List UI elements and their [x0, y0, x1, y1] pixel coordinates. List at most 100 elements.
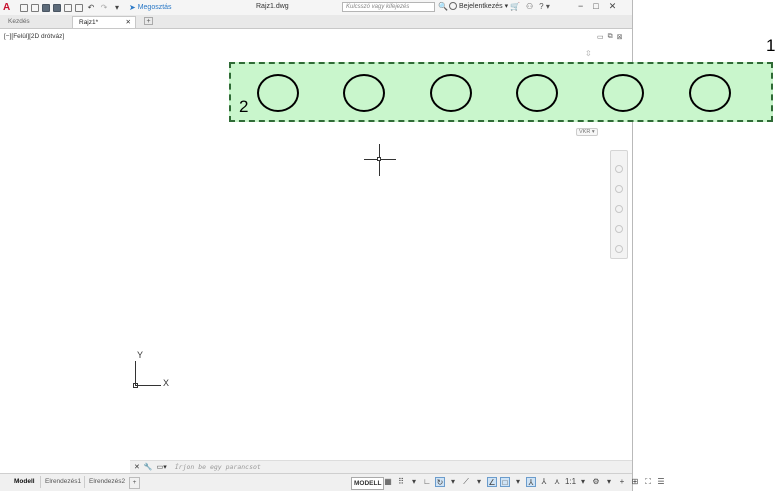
quick-access-toolbar: A ↶ ↷ ▾ ➤ Megosztás [0, 2, 172, 13]
command-line: ✕ 🔧 ▭▾ Írjon be egy parancsot [130, 460, 632, 473]
annotation-label-2: 2 [239, 97, 249, 116]
drawing-circle[interactable] [257, 74, 299, 112]
status-toggles: ▦ ⠿ ▾ ∟ ↻ ▾ ⟋ ▾ ∠ □ ▾ ⅄ ⅄ ⋏ 1:1 ▾ ⚙ ▾ + … [383, 477, 666, 487]
wcs-menu[interactable]: VKR ▾ [576, 128, 598, 136]
chevron-down-icon[interactable]: ▾ [448, 477, 458, 487]
drawing-circle[interactable] [516, 74, 558, 112]
customize-icon[interactable]: 🔧 [144, 463, 153, 471]
add-layout-button[interactable]: + [129, 477, 140, 489]
command-prompt-icon[interactable]: ▭▾ [157, 463, 167, 471]
add-icon[interactable]: + [617, 477, 627, 487]
layout-tab-2[interactable]: Elrendezés2 [84, 476, 129, 488]
tab-drawing-label: Rajz1* [79, 19, 99, 26]
layout-tab-model[interactable]: Modell [10, 476, 39, 488]
grid-icon[interactable]: ▦ [383, 477, 393, 487]
drawing-circle[interactable] [343, 74, 385, 112]
a360-icon[interactable]: ⚇ [526, 2, 533, 11]
ortho-icon[interactable]: ∟ [422, 477, 432, 487]
annotation-label-1: 1 [766, 36, 776, 55]
search-icon[interactable]: 🔍 [438, 2, 448, 11]
sign-in-button[interactable]: Bejelentkezés ▾ [449, 2, 508, 10]
tab-home-label: Kezdés [8, 18, 30, 25]
object-snap-icon[interactable]: □ [500, 477, 510, 487]
new-file-icon[interactable] [20, 3, 28, 12]
user-icon [449, 2, 457, 10]
titlebar-icons: 🛒 ⚇ ? ▾ [510, 2, 550, 11]
maximize-icon[interactable]: □ [593, 1, 598, 12]
workspace-gear-icon[interactable]: ⚙ [591, 477, 601, 487]
viewcube-icon[interactable]: ⇳ [585, 49, 592, 58]
search-input[interactable]: Kulcsszó vagy kifejezés [342, 2, 435, 12]
viewport-close-icon[interactable]: ⊠ [617, 33, 623, 41]
viewport-restore-icon[interactable]: ⧉ [608, 33, 613, 41]
viewport-controls-label[interactable]: [−][Felül][2D drótváz] [4, 33, 64, 40]
open-file-icon[interactable] [31, 3, 39, 12]
command-input[interactable]: Írjon be egy parancsot [175, 463, 261, 471]
help-icon: ? [539, 2, 544, 11]
undo-icon[interactable]: ↶ [86, 3, 96, 13]
ucs-x-axis [135, 385, 161, 386]
window-controls: − □ ✕ [578, 1, 616, 12]
annotation-visibility-icon[interactable]: ⅄ [526, 477, 536, 487]
crosshair-pickbox [377, 157, 381, 161]
new-tab-button[interactable]: + [144, 17, 153, 25]
close-tab-icon[interactable]: ✕ [126, 17, 131, 29]
tab-home[interactable]: Kezdés [2, 16, 68, 28]
zoom-icon[interactable] [615, 205, 623, 213]
close-window-icon[interactable]: ✕ [609, 1, 617, 12]
paper-plane-icon: ➤ [129, 3, 136, 12]
highlight-region: 2 [229, 62, 773, 122]
plot-icon[interactable] [75, 3, 83, 12]
share-label: Megosztás [137, 4, 172, 11]
ucs-x-label: X [163, 378, 170, 388]
customization-menu-icon[interactable]: ☰ [656, 477, 666, 487]
drawing-circle[interactable] [430, 74, 472, 112]
share-button[interactable]: ➤ Megosztás [129, 3, 172, 12]
fullscreen-icon[interactable]: ⛶ [643, 477, 653, 487]
scale-value[interactable]: 1:1 [565, 477, 576, 487]
status-bar: Modell Elrendezés1 Elrendezés2 + MODELL … [0, 473, 665, 491]
orbit-icon[interactable] [615, 225, 623, 233]
chevron-down-icon: ▾ [504, 3, 509, 10]
redo-icon[interactable]: ↷ [99, 3, 109, 13]
save-as-icon[interactable] [53, 3, 61, 12]
customize-chevron-icon[interactable]: ▾ [112, 3, 122, 13]
document-title: Rajz1.dwg [256, 3, 289, 10]
drawing-circle[interactable] [602, 74, 644, 112]
layout-tab-1[interactable]: Elrendezés1 [40, 476, 85, 488]
title-bar: A ↶ ↷ ▾ ➤ Megosztás Rajz1.dwg Kulcsszó v… [0, 0, 632, 16]
steering-wheel-icon[interactable] [615, 165, 623, 173]
drawing-circle[interactable] [689, 74, 731, 112]
annotation-scale-icon[interactable]: ⋏ [552, 477, 562, 487]
viewport-window-controls: ▭ ⧉ ⊠ [597, 33, 623, 41]
object-snap-tracking-icon[interactable]: ∠ [487, 477, 497, 487]
isolate-objects-icon[interactable]: ⊞ [630, 477, 640, 487]
chevron-down-icon[interactable]: ▾ [578, 477, 588, 487]
application-menu-button[interactable]: A [3, 2, 17, 13]
sign-in-label: Bejelentkezés [459, 2, 503, 10]
auto-scale-icon[interactable]: ⅄ [539, 477, 549, 487]
pan-icon[interactable] [615, 185, 623, 193]
file-tab-bar: Kezdés Rajz1* ✕ + [0, 15, 632, 29]
chevron-down-icon[interactable]: ▾ [604, 477, 614, 487]
viewport-minimize-icon[interactable]: ▭ [597, 33, 604, 41]
snap-icon[interactable]: ⠿ [396, 477, 406, 487]
close-command-line-icon[interactable]: ✕ [134, 463, 140, 471]
chevron-down-icon[interactable]: ▾ [513, 477, 523, 487]
isodraft-icon[interactable]: ⟋ [461, 477, 471, 487]
minimize-icon[interactable]: − [578, 1, 583, 12]
chevron-down-icon[interactable]: ▾ [409, 477, 419, 487]
web-mobile-icon[interactable] [64, 3, 72, 12]
ucs-y-label: Y [137, 350, 144, 360]
showmotion-icon[interactable] [615, 245, 623, 253]
cart-icon[interactable]: 🛒 [510, 2, 520, 11]
ucs-origin [133, 383, 138, 388]
wcs-label: VKR [579, 129, 591, 135]
save-icon[interactable] [42, 3, 50, 12]
polar-tracking-icon[interactable]: ↻ [435, 477, 445, 487]
chevron-down-icon[interactable]: ▾ [474, 477, 484, 487]
navigation-bar[interactable] [610, 150, 628, 259]
model-space-button[interactable]: MODELL [351, 477, 385, 490]
tab-drawing[interactable]: Rajz1* ✕ [72, 16, 136, 28]
help-button[interactable]: ? ▾ [539, 2, 550, 11]
